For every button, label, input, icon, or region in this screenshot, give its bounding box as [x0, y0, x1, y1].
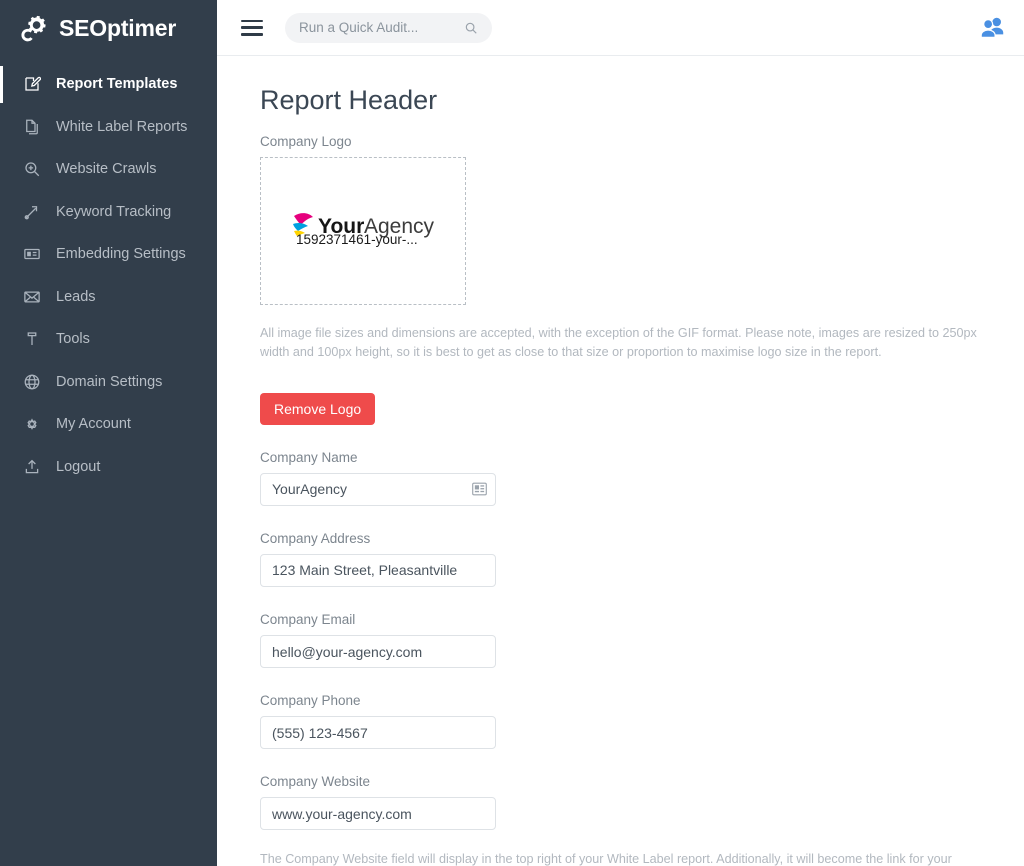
- embed-box-icon: [22, 244, 42, 264]
- sidebar-item-label: Report Templates: [56, 76, 178, 92]
- sidebar-item-label: Tools: [56, 331, 90, 347]
- logo-preview: Your Agency 1592371461-your-...: [290, 208, 436, 254]
- sidebar: SEOptimer Report Templates White Label R…: [0, 0, 217, 866]
- sidebar-item-domain-settings[interactable]: Domain Settings: [0, 361, 217, 404]
- sidebar-item-my-account[interactable]: My Account: [0, 403, 217, 446]
- sidebar-item-logout[interactable]: Logout: [0, 446, 217, 489]
- contact-card-autofill-icon[interactable]: [472, 482, 487, 496]
- field-label: Company Email: [260, 611, 356, 627]
- logout-upload-icon: [22, 457, 42, 477]
- company-logo-label: Company Logo: [260, 133, 352, 149]
- hamburger-icon[interactable]: [241, 19, 263, 36]
- remove-logo-button[interactable]: Remove Logo: [260, 392, 376, 425]
- field-label: Company Phone: [260, 693, 361, 709]
- hammer-icon: [22, 329, 42, 349]
- trend-line-icon: [22, 202, 42, 222]
- sidebar-item-label: Leads: [56, 288, 96, 305]
- logo-filename: 1592371461-your-...: [296, 231, 418, 247]
- field-company-phone: Company Phone: [260, 693, 998, 750]
- sidebar-item-white-label-reports[interactable]: White Label Reports: [0, 106, 217, 149]
- sidebar-item-tools[interactable]: Tools: [0, 318, 217, 361]
- company-website-input[interactable]: [260, 797, 496, 831]
- company-website-note: The Company Website field will display i…: [260, 852, 952, 866]
- sidebar-item-label: White Label Reports: [56, 118, 188, 135]
- search-icon[interactable]: [464, 21, 478, 35]
- company-email-input[interactable]: [260, 635, 496, 669]
- sidebar-item-website-crawls[interactable]: Website Crawls: [0, 148, 217, 191]
- field-company-address: Company Address: [260, 531, 998, 587]
- sidebar-item-label: Logout: [56, 458, 101, 475]
- envelope-icon: [22, 287, 42, 307]
- users-group-icon[interactable]: [978, 16, 1006, 40]
- seoptimer-gears-logo-icon: [21, 15, 46, 42]
- topbar: [217, 0, 1024, 56]
- globe-icon: [22, 372, 42, 392]
- sidebar-item-label: Keyword Tracking: [56, 203, 172, 220]
- input-wrap: [260, 553, 496, 587]
- sidebar-item-label: Domain Settings: [56, 373, 163, 390]
- sidebar-item-report-templates[interactable]: Report Templates: [0, 63, 217, 106]
- sidebar-item-label: Embedding Settings: [56, 246, 186, 262]
- gear-icon: [22, 414, 42, 434]
- input-wrap: [260, 716, 496, 750]
- company-phone-input[interactable]: [260, 716, 496, 750]
- field-label: Company Name: [260, 449, 358, 465]
- field-company-website: Company Website: [260, 774, 998, 831]
- brand-logo[interactable]: SEOptimer: [0, 0, 217, 56]
- sidebar-nav: Report Templates White Label Reports Web…: [0, 63, 217, 488]
- field-label: Company Address: [260, 530, 371, 546]
- app-root: SEOptimer Report Templates White Label R…: [0, 0, 1024, 866]
- search-input[interactable]: [299, 20, 464, 35]
- company-name-input[interactable]: [260, 472, 496, 506]
- input-wrap: [260, 797, 496, 831]
- field-company-email: Company Email: [260, 611, 998, 669]
- sidebar-item-keyword-tracking[interactable]: Keyword Tracking: [0, 191, 217, 234]
- input-wrap: [260, 635, 496, 669]
- copy-documents-icon: [22, 117, 42, 137]
- sidebar-item-label: Website Crawls: [56, 161, 157, 177]
- field-company-name: Company Name: [260, 450, 998, 506]
- search-zoom-icon: [22, 159, 42, 179]
- logo-helptext: All image file sizes and dimensions are …: [260, 325, 977, 360]
- main-area: Report Header Company Logo Your Agency 1…: [217, 0, 1024, 866]
- sidebar-item-label: My Account: [56, 416, 131, 432]
- sidebar-item-embedding-settings[interactable]: Embedding Settings: [0, 233, 217, 276]
- company-address-input[interactable]: [260, 553, 496, 587]
- company-logo-dropzone[interactable]: Your Agency 1592371461-your-...: [260, 156, 466, 305]
- page-title: Report Header: [260, 85, 438, 115]
- edit-document-icon: [22, 74, 42, 94]
- sidebar-item-leads[interactable]: Leads: [0, 276, 217, 319]
- field-label: Company Website: [260, 774, 371, 790]
- brand-name: SEOptimer: [59, 14, 177, 41]
- quick-audit-search[interactable]: [285, 12, 492, 43]
- page-content: Report Header Company Logo Your Agency 1…: [217, 56, 1024, 866]
- input-wrap: [260, 472, 496, 506]
